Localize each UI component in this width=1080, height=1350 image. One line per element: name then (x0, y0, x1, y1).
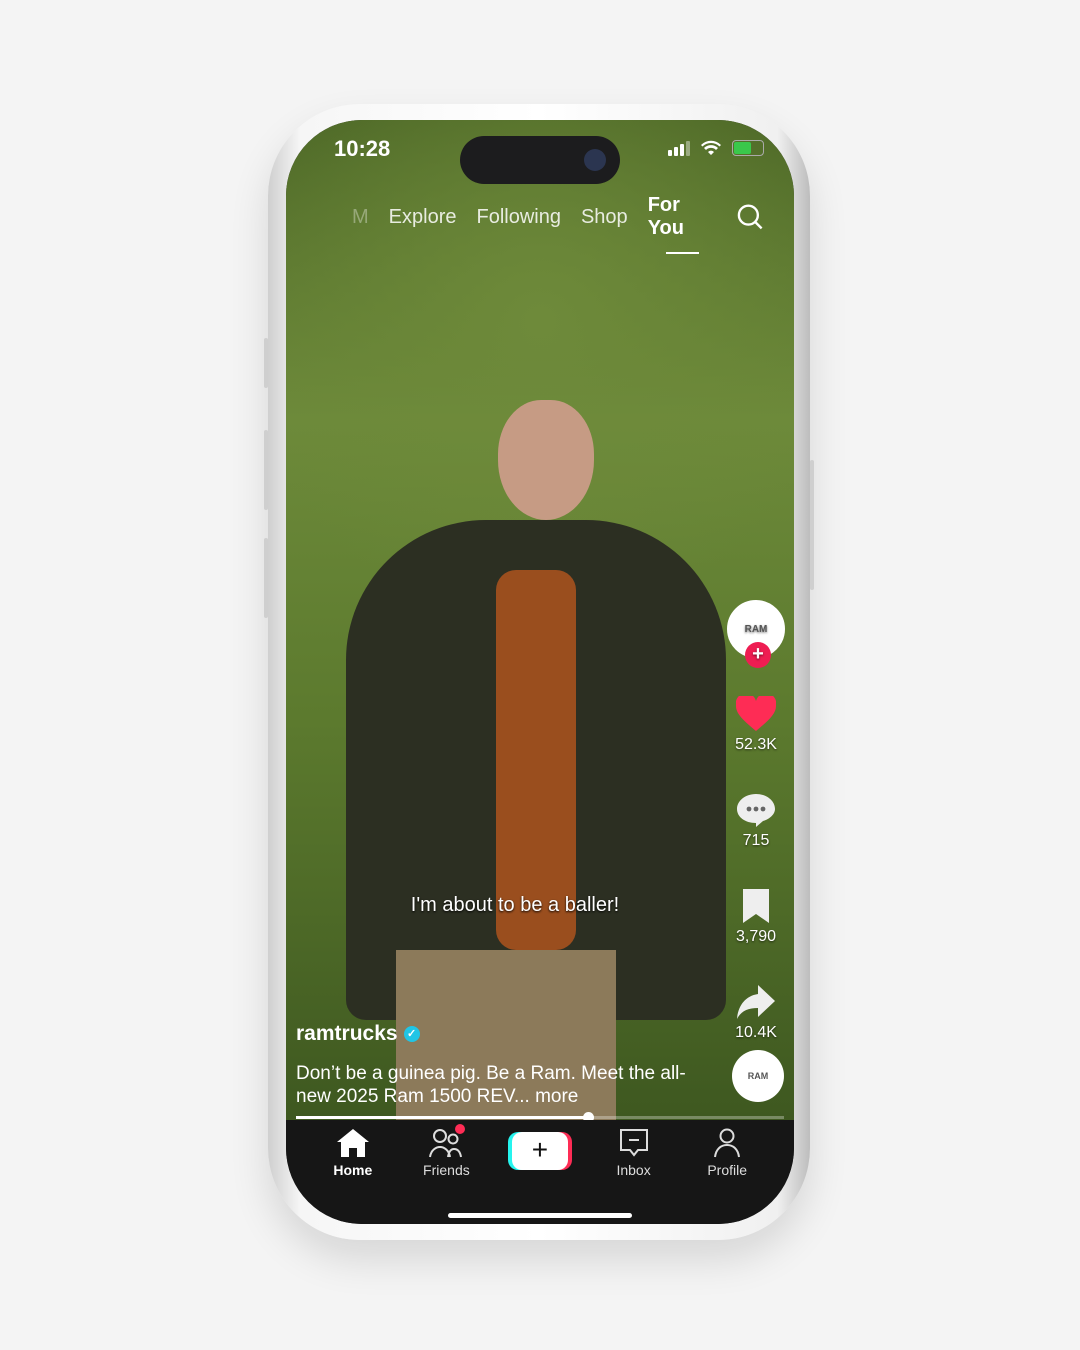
action-rail: RAM + 52.3K 715 3,790 10.4K (724, 600, 788, 1042)
plus-icon: + (511, 1132, 568, 1170)
tab-following[interactable]: Following (476, 206, 560, 229)
home-indicator[interactable] (448, 1213, 632, 1218)
tab-home-label: Home (333, 1162, 373, 1178)
creator-avatar[interactable]: RAM + (727, 600, 785, 668)
notification-dot (455, 1124, 466, 1134)
battery-icon (732, 140, 764, 156)
progress-fill (296, 1112, 594, 1123)
volume-down-button (264, 538, 268, 618)
sound-disc[interactable]: RAM (732, 1050, 784, 1102)
tab-explore[interactable]: Explore (389, 206, 457, 229)
video-progress-bar[interactable] (296, 1112, 784, 1123)
tab-profile[interactable]: Profile (692, 1128, 762, 1224)
comment-button[interactable]: 715 (736, 792, 776, 850)
save-count: 3,790 (735, 928, 777, 945)
save-button[interactable]: 3,790 (736, 888, 776, 946)
tab-live[interactable]: M (352, 206, 369, 229)
post-description[interactable]: Don’t be a guinea pig. Be a Ram. Meet th… (296, 1062, 696, 1108)
camera-icon (584, 149, 606, 171)
like-button[interactable]: 52.3K (735, 696, 777, 754)
top-nav: M Explore Following Shop For You (352, 194, 774, 254)
comment-icon (737, 794, 775, 827)
screen: 10:28 M Explore Following Shop For You I… (286, 120, 794, 1224)
tab-inbox-label: Inbox (616, 1162, 651, 1178)
wifi-icon (701, 140, 721, 155)
tab-inbox[interactable]: Inbox (599, 1128, 669, 1224)
dynamic-island (460, 136, 620, 184)
action-button (264, 338, 268, 388)
video-player[interactable] (286, 120, 794, 1120)
like-count: 52.3K (735, 736, 777, 753)
tab-profile-label: Profile (707, 1162, 748, 1178)
follow-button[interactable]: + (745, 642, 771, 668)
username-text: ramtrucks (296, 1022, 398, 1045)
power-button (810, 460, 814, 590)
share-count: 10.4K (735, 1024, 777, 1041)
tab-friends[interactable]: Friends (411, 1124, 481, 1224)
verified-badge-icon: ✓ (403, 1026, 420, 1042)
video-person-shirt (496, 570, 576, 950)
tab-shop[interactable]: Shop (581, 206, 628, 229)
status-time: 10:28 (334, 136, 391, 161)
video-person-head (498, 400, 594, 520)
more-link[interactable]: more (535, 1086, 578, 1107)
profile-icon (714, 1128, 741, 1158)
creator-username[interactable]: ramtrucks ✓ (296, 1022, 420, 1046)
disc-logo-text: RAM (747, 1071, 769, 1081)
share-icon (737, 985, 775, 1019)
home-icon (336, 1129, 369, 1157)
status-icons (668, 140, 764, 156)
description-text: Don’t be a guinea pig. Be a Ram. Meet th… (296, 1063, 686, 1107)
comment-count: 715 (742, 832, 770, 849)
tab-for-you[interactable]: For You (648, 194, 718, 254)
volume-up-button (264, 430, 268, 510)
heart-icon (736, 696, 776, 731)
inbox-icon (619, 1129, 648, 1157)
share-button[interactable]: 10.4K (735, 984, 777, 1042)
video-caption: I'm about to be a baller! (410, 894, 620, 916)
create-button[interactable]: + (505, 1128, 575, 1224)
tab-home[interactable]: Home (318, 1128, 388, 1224)
tab-friends-label: Friends (423, 1162, 470, 1178)
search-icon[interactable] (737, 203, 764, 231)
bottom-tab-bar: Home Friends + Inbox Profile (286, 1120, 794, 1224)
avatar-logo-text: RAM (744, 623, 768, 635)
bookmark-icon (742, 889, 769, 923)
signal-icon (668, 140, 690, 156)
